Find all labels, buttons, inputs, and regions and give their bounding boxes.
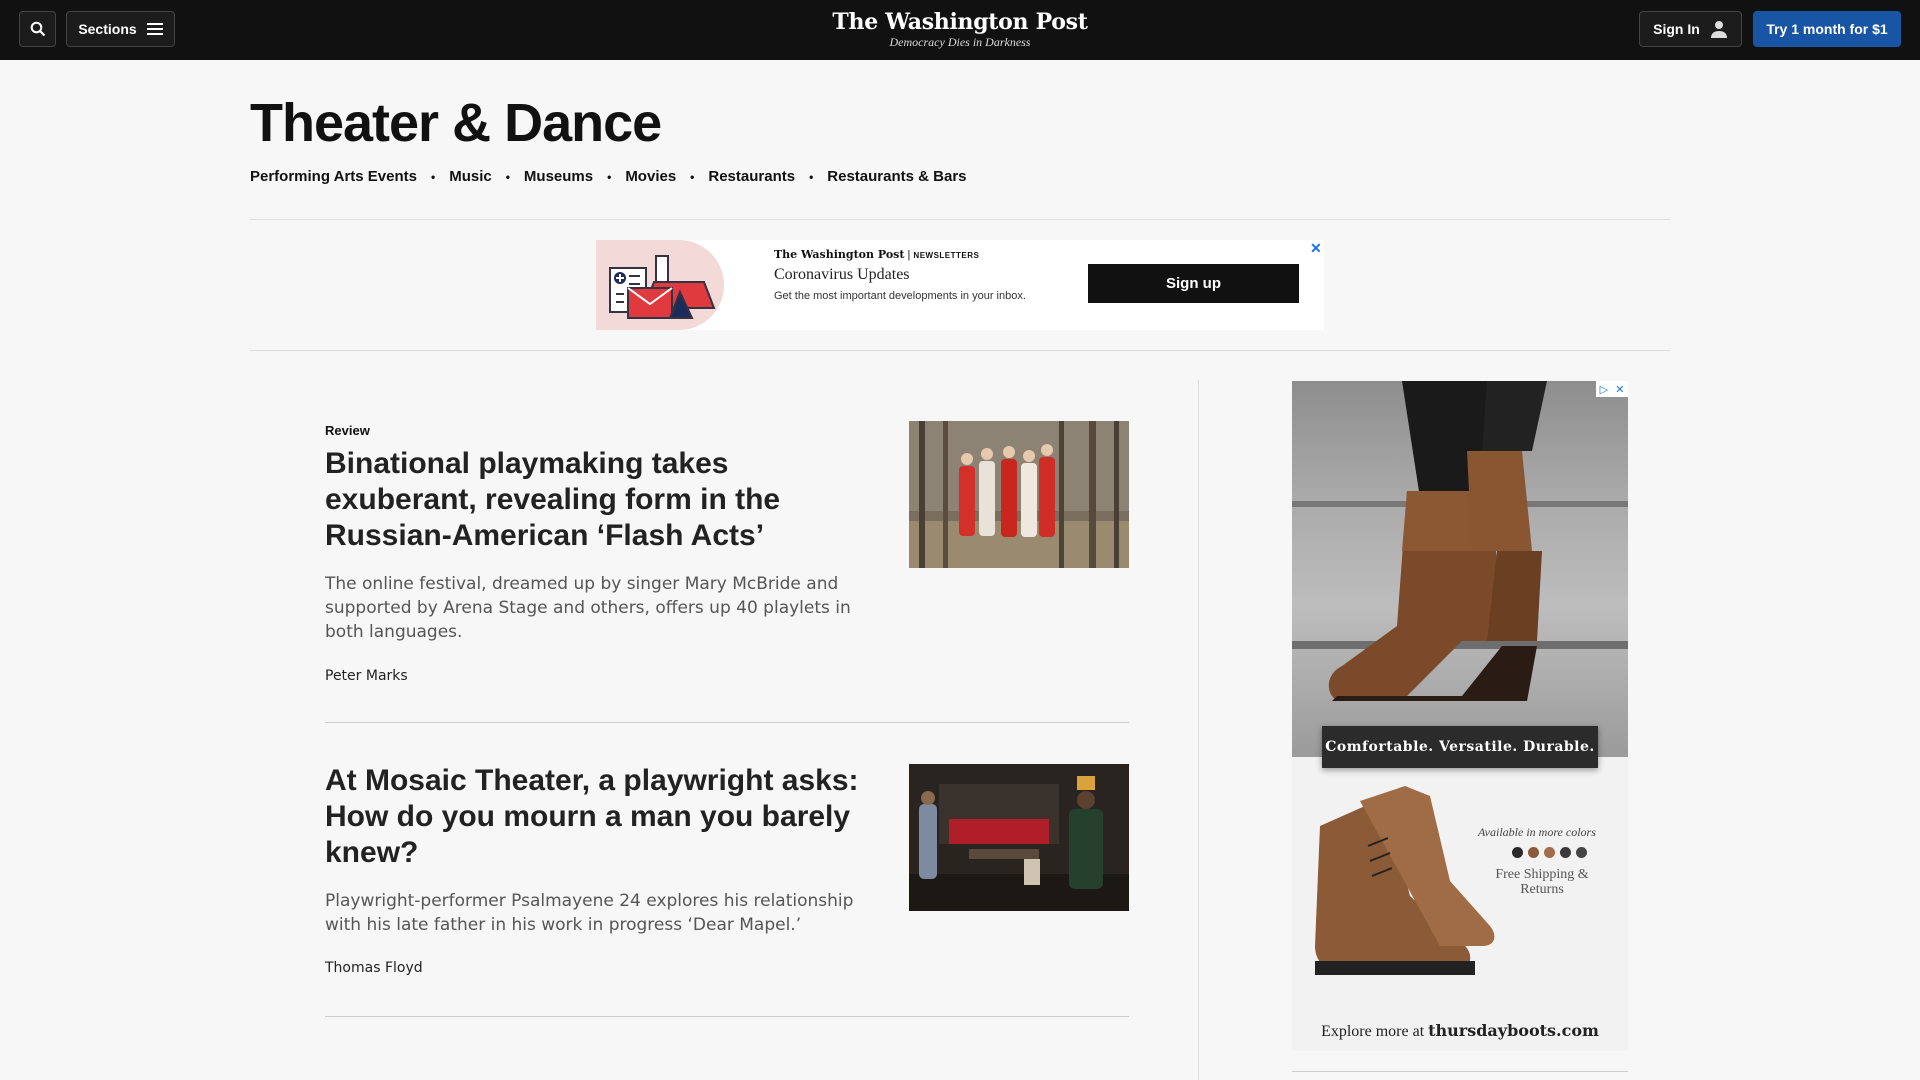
close-icon[interactable]: ✕ <box>1310 240 1322 257</box>
subnav-museums[interactable]: Museums <box>524 168 593 185</box>
swatch-2 <box>1528 847 1539 858</box>
ad-bottom-rule <box>1292 1071 1628 1072</box>
article-byline[interactable]: Peter Marks <box>325 668 408 684</box>
article-thumbnail[interactable] <box>909 764 1129 911</box>
newsletter-signup-button[interactable]: Sign up <box>1088 264 1299 303</box>
subnav-separator: • <box>431 169 436 184</box>
article-byline[interactable]: Thomas Floyd <box>325 960 423 976</box>
section-subnav: Performing Arts Events • Music • Museums… <box>250 168 967 185</box>
close-icon[interactable]: ✕ <box>1615 383 1624 396</box>
subnav-restaurants-bars[interactable]: Restaurants & Bars <box>827 168 966 185</box>
article-divider <box>325 722 1129 723</box>
envelope-flask-icon <box>609 255 716 319</box>
subnav-restaurants[interactable]: Restaurants <box>708 168 795 185</box>
color-swatches <box>1512 847 1587 858</box>
article-thumbnail[interactable] <box>909 421 1129 568</box>
swatch-5 <box>1576 847 1587 858</box>
page-title: Theater & Dance <box>250 93 662 153</box>
newsletter-brand-suffix: NEWSLETTERS <box>913 251 980 260</box>
boot-ad-shipping: Free Shipping & Returns <box>1495 867 1589 897</box>
subnav-separator: • <box>809 169 814 184</box>
boot-ad-available-colors: Available in more colors <box>1478 825 1596 839</box>
newsletter-ad-banner[interactable]: The Washington Post | NEWSLETTERS Corona… <box>596 240 1324 330</box>
ad-divider <box>250 350 1670 351</box>
explore-prefix: Explore more at <box>1321 1023 1425 1040</box>
subnav-music[interactable]: Music <box>449 168 492 185</box>
article-headline[interactable]: At Mosaic Theater, a playwright asks: Ho… <box>325 763 865 871</box>
article-divider <box>325 1016 1129 1017</box>
logo-wordmark: The Washington Post <box>832 9 1088 35</box>
subnav-separator: • <box>607 169 612 184</box>
article-kicker: Review <box>325 423 370 438</box>
subnav-separator: • <box>505 169 510 184</box>
dancers-in-forest-image <box>909 421 1129 568</box>
site-logo[interactable]: The Washington Post Democracy Dies in Da… <box>760 8 1160 49</box>
newsletter-illustration <box>596 240 724 330</box>
explore-site: thursdayboots.com <box>1428 1021 1599 1040</box>
thursday-boots-ad[interactable]: ▷ ✕ Comfortable. Versatile. Durable. Avai… <box>1292 381 1628 1051</box>
subnav-movies[interactable]: Movies <box>625 168 676 185</box>
boot-ad-caption: Comfortable. Versatile. Durable. <box>1322 726 1598 768</box>
boot-ad-explore[interactable]: Explore more at thursdayboots.com <box>1292 1021 1628 1041</box>
logo-tagline: Democracy Dies in Darkness <box>889 35 1031 49</box>
subnav-separator: • <box>690 169 695 184</box>
swatch-3 <box>1544 847 1555 858</box>
play-icon: ▷ <box>1599 383 1609 396</box>
sections-menu-button[interactable]: Sections <box>66 11 175 47</box>
boot-on-steps-image <box>1292 381 1628 701</box>
theater-stage-image <box>909 764 1129 911</box>
top-navigation-bar: Sections The Washington Post Democracy D… <box>0 0 1920 60</box>
subnav-performing-arts-events[interactable]: Performing Arts Events <box>250 168 417 185</box>
search-icon <box>30 21 45 37</box>
column-divider <box>1198 380 1199 1080</box>
sign-in-label: Sign In <box>1653 21 1700 37</box>
pair-of-boots-image <box>1315 786 1495 975</box>
sign-in-button[interactable]: Sign In <box>1639 11 1742 47</box>
newsletter-brand-name: The Washington Post <box>774 248 905 261</box>
boot-photo <box>1292 381 1628 757</box>
article-blurb: The online festival, dreamed up by singe… <box>325 574 851 642</box>
newsletter-description: Get the most important developments in y… <box>774 290 1026 302</box>
user-icon <box>1710 21 1727 38</box>
adchoices-icon[interactable]: ▷ ✕ <box>1596 381 1628 397</box>
search-button[interactable] <box>19 11 56 47</box>
newsletter-brand: The Washington Post | NEWSLETTERS <box>774 248 979 261</box>
article-blurb: Playwright-performer Psalmayene 24 explo… <box>325 891 854 935</box>
subscribe-button[interactable]: Try 1 month for $1 <box>1753 11 1901 47</box>
article-headline[interactable]: Binational playmaking takes exuberant, r… <box>325 446 865 554</box>
sections-label: Sections <box>78 21 137 37</box>
header-divider <box>250 219 1670 220</box>
swatch-4 <box>1560 847 1571 858</box>
newsletter-title: Coronavirus Updates <box>774 266 910 283</box>
hamburger-menu-icon <box>146 23 163 35</box>
swatch-1 <box>1512 847 1523 858</box>
